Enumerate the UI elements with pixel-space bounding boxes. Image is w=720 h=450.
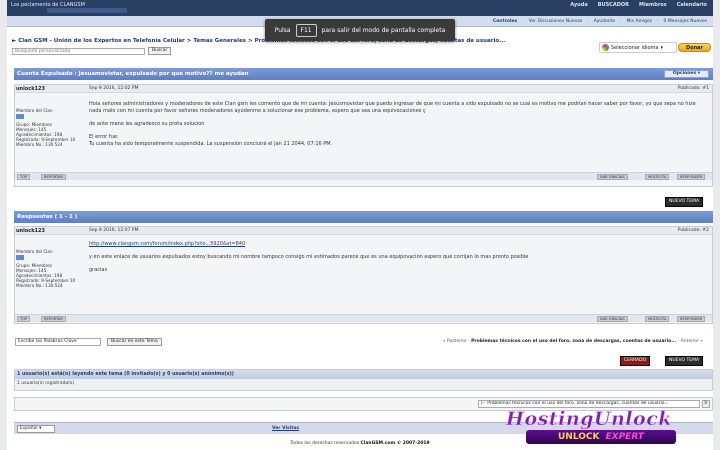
donate-button[interactable]: Donar bbox=[678, 43, 711, 52]
active-users-header: 1 usuario(s) está(n) leyendo este tema (… bbox=[15, 370, 712, 379]
replies-bar: Respuestas ( 1 - 1 ) bbox=[14, 211, 713, 223]
new-topic-button[interactable]: NUEVO TEMA bbox=[665, 197, 704, 207]
forum-jump-go-button[interactable]: Ir bbox=[702, 400, 710, 408]
post-footer: TOP REPORTAR DAR GRACIAS MULTICITA RESPO… bbox=[15, 172, 712, 180]
assistant-link[interactable]: Ayúdante bbox=[594, 19, 615, 24]
post-1: unlock123 Sep 9 2016, 12:02 PM Publicado… bbox=[14, 84, 713, 187]
reply-button[interactable]: RESPONDER bbox=[677, 316, 706, 322]
post-footer: TOP REPORTAR DAR GRACIAS MULTICITA RESPO… bbox=[15, 314, 712, 322]
google-icon bbox=[602, 44, 609, 51]
fullscreen-notice: Pulsa F11 para salir del modo de pantall… bbox=[265, 19, 455, 41]
thread-title-bar: Cuenta Expulsado : Jesusmovistar, expuls… bbox=[14, 68, 713, 80]
search-link[interactable]: BUSCADOR bbox=[598, 2, 629, 8]
new-discussions-link[interactable]: Ver Discusiones Nuevas bbox=[529, 19, 583, 24]
thanks-button[interactable]: DAR GRACIAS bbox=[597, 174, 628, 180]
post-link[interactable]: http://www.clangsm.com/forum/index.php?s… bbox=[89, 241, 245, 247]
rank-stars-icon bbox=[16, 114, 24, 119]
post-header: unlock123 Sep 9 2016, 12:02 PM Publicado… bbox=[15, 85, 712, 93]
google-search: Búsqueda personalizada Buscar bbox=[12, 47, 172, 55]
forum-page: Los peclamento de CLANGSM Ayuda BUSCADOR… bbox=[7, 0, 713, 450]
topic-search-button[interactable]: Buscar en este Tema bbox=[107, 338, 162, 346]
friends-link[interactable]: Mis Amigos bbox=[627, 19, 653, 24]
post-author[interactable]: unlock123 bbox=[16, 228, 45, 234]
members-link[interactable]: Miembros bbox=[639, 2, 667, 8]
rank-stars-icon bbox=[16, 255, 24, 260]
post-number: Publicado: #1 bbox=[677, 86, 709, 91]
top-button[interactable]: TOP bbox=[17, 174, 31, 180]
view-visits-link[interactable]: Ver Visitas bbox=[272, 426, 299, 431]
author-info: Miembro del Clan Grupo: Miembros Mensaje… bbox=[16, 249, 76, 288]
language-selector[interactable]: Seleccionar idioma ▾ bbox=[599, 42, 677, 53]
active-users: 1 usuario(s) está(n) leyendo este tema (… bbox=[14, 369, 713, 391]
post-date: Sep 9 2016, 12:02 PM bbox=[89, 86, 139, 91]
language-selector-label: Seleccionar idioma bbox=[611, 44, 659, 51]
breadcrumb-forum[interactable]: Clan GSM - Unión de los Expertos en Tele… bbox=[18, 38, 185, 44]
new-messages-link[interactable]: 0 Mensajes Nuevos bbox=[664, 19, 707, 24]
header-decoration bbox=[47, 8, 127, 13]
forum-jump-select[interactable]: |-- Problemas técnicos con el uso del fo… bbox=[478, 400, 700, 408]
author-info: Miembro del Clan Grupo: Miembros Mensaje… bbox=[16, 108, 76, 147]
search-input[interactable]: Búsqueda personalizada bbox=[12, 47, 145, 55]
thread-title: Cuenta Expulsado : Jesusmovistar, expuls… bbox=[17, 71, 249, 77]
closed-button[interactable]: CERRADO bbox=[620, 356, 651, 366]
registered-users: 1 usuario(s) registrado(s) bbox=[17, 381, 75, 386]
watermark-logo: HostingUnlock UNLOCK EXPERT bbox=[506, 408, 706, 448]
language-select[interactable]: Español ▾ bbox=[17, 425, 55, 433]
previous-topic-link[interactable]: « Posterior · bbox=[443, 339, 470, 344]
next-topic-link[interactable]: · Anterior » bbox=[678, 339, 703, 344]
post-author[interactable]: unlock123 bbox=[16, 86, 45, 92]
reply-button[interactable]: RESPONDER bbox=[677, 174, 706, 180]
multiquote-button[interactable]: MULTICITA bbox=[645, 174, 670, 180]
topic-navigation: « Posterior · Problemas técnicos con el … bbox=[443, 339, 703, 344]
topic-search-input[interactable]: Escribe las Palabras Clave bbox=[15, 338, 101, 346]
report-button[interactable]: REPORTAR bbox=[41, 316, 66, 322]
replies-title: Respuestas ( 1 - 1 ) bbox=[17, 214, 78, 220]
new-topic-button[interactable]: NUEVO TEMA bbox=[665, 356, 704, 366]
post-permalink[interactable]: #1 bbox=[702, 86, 709, 91]
topic-nav-title[interactable]: Problemas técnicos con el uso del foro, … bbox=[471, 339, 676, 344]
post-body: Hola señores administradores y moderador… bbox=[89, 101, 696, 147]
topic-search: Escribe las Palabras Clave Buscar en est… bbox=[15, 338, 162, 346]
calendar-link[interactable]: Calendario bbox=[677, 2, 707, 8]
chevron-down-icon: ▾ bbox=[660, 44, 664, 51]
post-date: Sep 9 2016, 12:07 PM bbox=[89, 228, 139, 233]
donate-label: Donar bbox=[686, 44, 703, 51]
post-2: unlock123 Sep 9 2016, 12:07 PM Publicado… bbox=[14, 226, 713, 324]
search-button[interactable]: Buscar bbox=[148, 47, 172, 55]
f11-key: F11 bbox=[295, 23, 317, 37]
report-button[interactable]: REPORTAR bbox=[41, 174, 66, 180]
options-button[interactable]: Opciones ▾ bbox=[663, 70, 709, 78]
multiquote-button[interactable]: MULTICITA bbox=[645, 316, 670, 322]
top-links: Ayuda BUSCADOR Miembros Calendario bbox=[570, 2, 707, 8]
post-header: unlock123 Sep 9 2016, 12:07 PM Publicado… bbox=[15, 227, 712, 235]
top-header: Los peclamento de CLANGSM Ayuda BUSCADOR… bbox=[7, 0, 713, 16]
breadcrumb-category[interactable]: Temas Generales bbox=[193, 38, 246, 44]
top-button[interactable]: TOP bbox=[17, 316, 31, 322]
post-number: Publicado: #2 bbox=[677, 228, 709, 233]
help-link[interactable]: Ayuda bbox=[570, 2, 587, 8]
post-body: http://www.clangsm.com/forum/index.php?s… bbox=[89, 241, 529, 273]
controls-link[interactable]: Controles bbox=[493, 19, 517, 24]
post-permalink[interactable]: #2 bbox=[702, 228, 709, 233]
thanks-button[interactable]: DAR GRACIAS bbox=[597, 316, 628, 322]
scrollbar[interactable] bbox=[713, 0, 720, 450]
